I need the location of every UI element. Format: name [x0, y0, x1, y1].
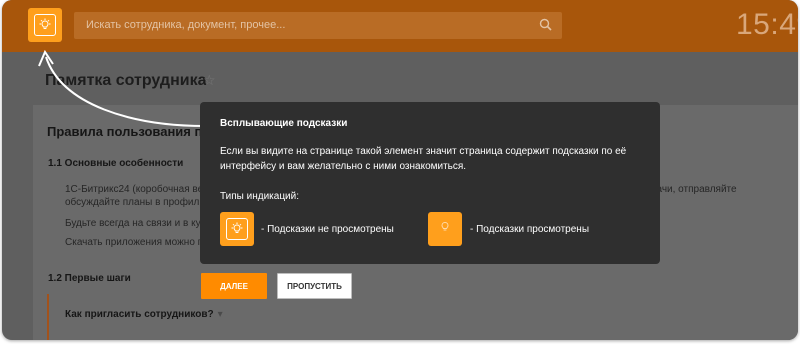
skip-button[interactable]: ПРОПУСТИТЬ — [277, 273, 352, 299]
indicator-viewed-label: - Подсказки просмотрены — [470, 224, 590, 235]
indicator-types-label: Типы индикаций: — [220, 191, 299, 202]
indicator-viewed-badge — [428, 212, 462, 246]
lightbulb-icon — [438, 220, 452, 239]
app-window: Искать сотрудника, документ, прочее... 1… — [2, 0, 798, 340]
indicator-unviewed-label: - Подсказки не просмотрены — [261, 224, 394, 235]
popup-title: Всплывающие подсказки — [220, 118, 348, 129]
next-button[interactable]: ДАЛЕЕ — [201, 273, 267, 299]
hints-popup: Всплывающие подсказки Если вы видите на … — [200, 102, 660, 264]
lightbulb-icon — [226, 218, 248, 240]
popup-description: Если вы видите на странице такой элемент… — [220, 146, 627, 172]
indicator-unviewed-badge — [220, 212, 254, 246]
